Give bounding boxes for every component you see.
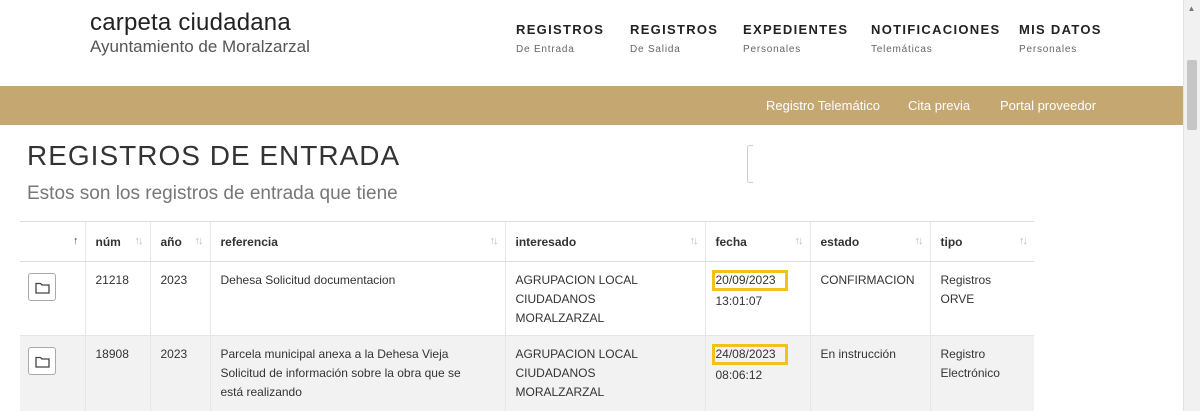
cell-fecha: 20/09/2023 13:01:07 (704, 261, 810, 336)
column-header-actions[interactable]: ↑ (20, 221, 85, 262)
cell-num: 18908 (84, 335, 150, 411)
column-header-label: estado (820, 234, 860, 249)
interesado-line: CIUDADANOS (515, 366, 596, 380)
referencia-line: Solicitud de información sobre la obra q… (220, 366, 461, 380)
page-subtitle: Estos son los registros de entrada que t… (27, 183, 398, 204)
brand-title[interactable]: carpeta ciudadana (90, 9, 291, 37)
nav-label: REGISTROS (630, 22, 719, 37)
cell-referencia: Dehesa Solicitud documentacion (209, 261, 505, 336)
column-header-tipo[interactable]: tipo ↑↓ (929, 221, 1034, 262)
interesado-line: MORALZARZAL (515, 385, 605, 399)
nav-sublabel: Personales (743, 44, 802, 55)
table-header-row: ↑ núm ↑↓ año ↑↓ referencia ↑↓ interesado ↑↓ … (20, 221, 1034, 262)
tipo-line: ORVE (940, 292, 975, 306)
interesado-line: AGRUPACION LOCAL (515, 273, 638, 287)
nav-label: NOTIFICACIONES (871, 22, 1001, 37)
cell-action (20, 261, 85, 336)
cell-year: 2023 (149, 335, 210, 411)
column-header-label: núm (95, 234, 121, 249)
time-value: 08:06:12 (715, 368, 763, 382)
column-header-label: tipo (940, 234, 963, 249)
column-header-year[interactable]: año ↑↓ (149, 221, 210, 262)
sort-icon: ↑↓ (1019, 235, 1028, 247)
secondary-nav-bar: Registro Telemático Cita previa Portal p… (0, 86, 1183, 125)
cell-num: 21218 (84, 261, 150, 336)
link-portal-proveedor[interactable]: Portal proveedor (1000, 98, 1096, 113)
cell-fecha: 24/08/2023 08:06:12 (704, 335, 810, 411)
table-row: 18908 2023 Parcela municipal anexa a la … (20, 335, 1034, 411)
sort-icon: ↑↓ (489, 235, 499, 247)
column-header-num[interactable]: núm ↑↓ (84, 221, 150, 262)
link-cita-previa[interactable]: Cita previa (908, 98, 970, 113)
nav-label: REGISTROS (516, 22, 605, 37)
column-header-fecha[interactable]: fecha ↑↓ (704, 221, 810, 262)
nav-registros-salida[interactable]: REGISTROS De Salida (630, 22, 718, 55)
folder-icon (35, 356, 50, 368)
table-row: 21218 2023 Dehesa Solicitud documentacio… (20, 261, 1034, 336)
page-title: REGISTROS DE ENTRADA (27, 140, 401, 171)
cell-interesado: AGRUPACION LOCAL CIUDADANOS MORALZARZAL (504, 261, 705, 336)
time-value: 13:01:07 (715, 294, 763, 308)
column-header-interesado[interactable]: interesado ↑↓ (504, 221, 705, 262)
search-input[interactable] (747, 145, 753, 183)
open-folder-button[interactable] (28, 273, 56, 301)
tipo-line: Registros (940, 273, 992, 287)
cell-estado: En instrucción (809, 335, 930, 411)
sort-icon: ↑↓ (689, 235, 699, 247)
nav-notificaciones[interactable]: NOTIFICACIONES Telemáticas (871, 22, 1000, 55)
nav-mis-datos[interactable]: MIS DATOS Personales (1019, 22, 1102, 55)
column-header-label: año (160, 234, 182, 249)
brand-subtitle: Ayuntamiento de Moralzarzal (90, 37, 310, 56)
cell-estado: CONFIRMACION (809, 261, 930, 336)
referencia-line: está realizando (220, 385, 302, 399)
scrollbar-thumb[interactable] (1187, 60, 1197, 130)
open-folder-button[interactable] (28, 347, 56, 375)
sort-icon: ↑↓ (794, 235, 804, 247)
link-registro-telematico[interactable]: Registro Telemático (766, 98, 880, 113)
referencia-line: Parcela municipal anexa a la Dehesa Viej… (220, 347, 449, 361)
cell-tipo: Registro Electrónico (929, 335, 1034, 411)
sort-icon: ↑↓ (914, 235, 924, 247)
cell-year: 2023 (149, 261, 210, 336)
tipo-line: Registro (940, 347, 986, 361)
tipo-line: Electrónico (940, 366, 1000, 380)
cell-action (20, 335, 85, 411)
nav-sublabel: De Entrada (516, 44, 575, 55)
column-header-label: fecha (715, 234, 747, 249)
registros-table: ↑ núm ↑↓ año ↑↓ referencia ↑↓ interesado ↑↓ … (20, 221, 1034, 411)
nav-expedientes[interactable]: EXPEDIENTES Personales (743, 22, 848, 55)
sort-icon: ↑↓ (194, 235, 204, 247)
column-header-estado[interactable]: estado ↑↓ (809, 221, 930, 262)
nav-sublabel: Telemáticas (871, 44, 933, 55)
nav-registros-entrada[interactable]: REGISTROS De Entrada (516, 22, 604, 55)
nav-sublabel: Personales (1019, 44, 1078, 55)
cell-interesado: AGRUPACION LOCAL CIUDADANOS MORALZARZAL (504, 335, 705, 411)
nav-label: MIS DATOS (1019, 22, 1102, 37)
interesado-line: CIUDADANOS (515, 292, 596, 306)
column-header-label: referencia (220, 234, 278, 249)
interesado-line: MORALZARZAL (515, 311, 605, 325)
scroll-up-icon[interactable]: ▲ (1183, 0, 1200, 17)
column-header-label: interesado (515, 234, 577, 249)
sort-icon: ↑↓ (134, 235, 144, 247)
nav-sublabel: De Salida (630, 44, 681, 55)
scrollbar[interactable]: ▲ (1183, 0, 1200, 411)
folder-icon (35, 282, 50, 294)
nav-label: EXPEDIENTES (743, 22, 849, 37)
column-header-referencia[interactable]: referencia ↑↓ (209, 221, 505, 262)
cell-referencia: Parcela municipal anexa a la Dehesa Viej… (209, 335, 505, 411)
sort-asc-icon: ↑ (73, 235, 78, 247)
interesado-line: AGRUPACION LOCAL (515, 347, 638, 361)
highlighted-date: 20/09/2023 (711, 270, 788, 291)
header: carpeta ciudadana Ayuntamiento de Moralz… (0, 0, 1200, 86)
cell-tipo: Registros ORVE (929, 261, 1034, 336)
highlighted-date: 24/08/2023 (711, 344, 788, 365)
referencia-line: Dehesa Solicitud documentacion (220, 273, 396, 287)
